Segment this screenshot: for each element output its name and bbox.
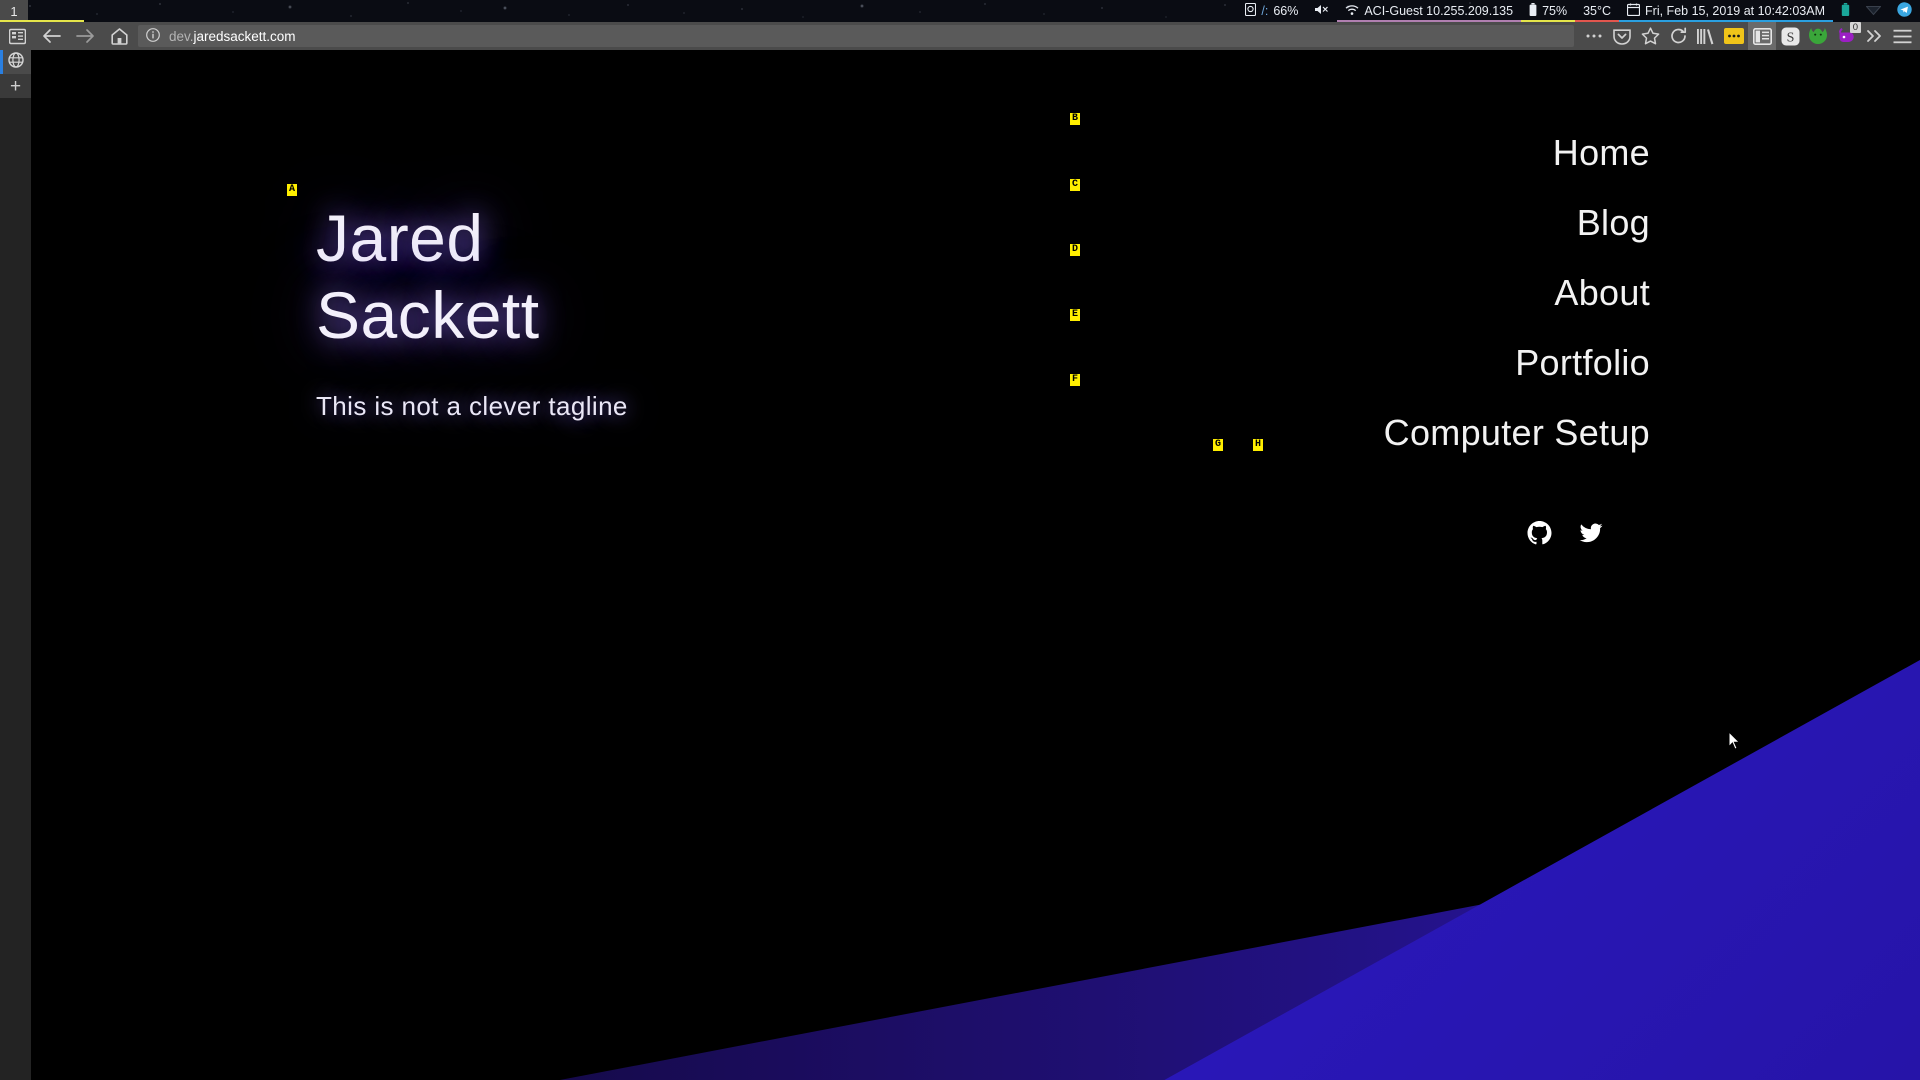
som-marker-f: F (1070, 374, 1081, 386)
url-domain: jaredsackett.com (193, 28, 296, 44)
overflow-button[interactable] (1860, 22, 1888, 50)
telegram-icon (1897, 2, 1912, 20)
reload-button[interactable] (1664, 22, 1692, 50)
clock-value: Fri, Feb 15, 2019 at 10:42:03AM (1645, 4, 1825, 18)
title-line-2: Sackett (316, 277, 540, 352)
plus-icon: + (9, 75, 22, 97)
status-volume[interactable] (1306, 0, 1337, 22)
som-marker-d: D (1070, 244, 1081, 256)
network-value: ACI-Guest 10.255.209.135 (1364, 4, 1514, 18)
tray-dropbox[interactable] (1858, 0, 1889, 22)
home-button[interactable] (102, 22, 136, 50)
som-marker-h: H (1253, 439, 1264, 451)
forward-button[interactable] (68, 22, 102, 50)
page-title: Jared Sackett (316, 200, 628, 353)
twitter-link[interactable] (1577, 520, 1604, 547)
url-subdomain: dev. (169, 28, 194, 44)
info-circle-icon[interactable] (146, 27, 160, 45)
github-link[interactable] (1526, 520, 1553, 547)
site-navigation: Home Blog About Portfolio Computer Setup (1384, 130, 1650, 455)
web-page-viewport: Jared Sackett This is not a clever tagli… (31, 50, 1920, 1080)
tab-active[interactable] (0, 50, 31, 74)
nav-item-computer-setup[interactable]: Computer Setup (1384, 410, 1650, 455)
extension-badge-button[interactable]: 0 (1832, 22, 1861, 50)
status-clock[interactable]: Fri, Feb 15, 2019 at 10:42:03AM (1619, 0, 1833, 22)
disk-value: 66% (1273, 4, 1299, 18)
nav-item-portfolio[interactable]: Portfolio (1515, 340, 1650, 385)
url-text: dev.jaredsackett.com (169, 29, 296, 44)
page-tagline: This is not a clever tagline (316, 391, 628, 422)
system-tray: /: 66% ACI-Guest 10.255.209.135 75% 35°C (1237, 0, 1920, 22)
nav-item-about[interactable]: About (1554, 270, 1650, 315)
sidebar-toggle-button[interactable] (0, 22, 34, 50)
nav-item-blog[interactable]: Blog (1577, 200, 1650, 245)
firefox-account-button[interactable] (1804, 22, 1832, 50)
social-links (1526, 520, 1604, 547)
menu-button[interactable] (1888, 22, 1916, 50)
back-button[interactable] (34, 22, 68, 50)
stylus-extension-button[interactable]: S (1776, 22, 1804, 50)
bookmark-button[interactable] (1636, 22, 1664, 50)
tray-triangle-icon (1865, 4, 1882, 19)
temperature-value: 35°C (1583, 4, 1612, 18)
browser-toolbar: dev.jaredsackett.com S 0 (0, 22, 1920, 50)
extension-yellow-button[interactable] (1720, 22, 1748, 50)
som-marker-g: G (1213, 439, 1224, 451)
som-marker-a: A (287, 184, 298, 196)
sidebar-panel-button[interactable] (1748, 22, 1776, 50)
speaker-muted-icon (1314, 3, 1329, 19)
status-network[interactable]: ACI-Guest 10.255.209.135 (1337, 0, 1522, 22)
battery-icon (1529, 2, 1537, 20)
workspace-indicator[interactable]: 1 (0, 0, 28, 22)
title-line-1: Jared (316, 201, 484, 275)
library-button[interactable] (1692, 22, 1720, 50)
tray-telegram[interactable] (1889, 0, 1920, 22)
disk-icon (1245, 2, 1257, 19)
page-actions-button[interactable] (1580, 22, 1608, 50)
wifi-icon (1345, 4, 1359, 19)
nav-item-home[interactable]: Home (1553, 130, 1650, 175)
som-marker-b: B (1070, 113, 1081, 125)
toolbar-icon-group: S 0 (1580, 22, 1920, 50)
globe-icon (7, 51, 24, 73)
battery-value: 75% (1542, 4, 1568, 18)
svg-text:S: S (1786, 30, 1794, 45)
status-disk[interactable]: /: 66% (1237, 0, 1306, 22)
hero-section: Jared Sackett This is not a clever tagli… (316, 200, 628, 422)
disk-prefix: /: (1261, 4, 1269, 18)
status-battery[interactable]: 75% (1521, 0, 1576, 22)
tray-battery[interactable] (1833, 0, 1858, 22)
new-tab-button[interactable]: + (0, 74, 31, 98)
address-bar[interactable]: dev.jaredsackett.com (138, 25, 1574, 47)
pocket-button[interactable] (1608, 22, 1636, 50)
calendar-icon (1626, 3, 1641, 19)
workspace-number: 1 (10, 3, 18, 19)
tray-battery-icon (1841, 2, 1850, 20)
som-marker-e: E (1070, 309, 1081, 321)
vertical-tab-strip: + (0, 50, 31, 1080)
som-marker-c: C (1070, 179, 1081, 191)
system-status-bar: 1 /: 66% ACI-Guest 10.255.209.135 75% 35… (0, 0, 1920, 22)
mouse-cursor (1728, 730, 1741, 755)
status-temperature[interactable]: 35°C (1575, 0, 1620, 22)
